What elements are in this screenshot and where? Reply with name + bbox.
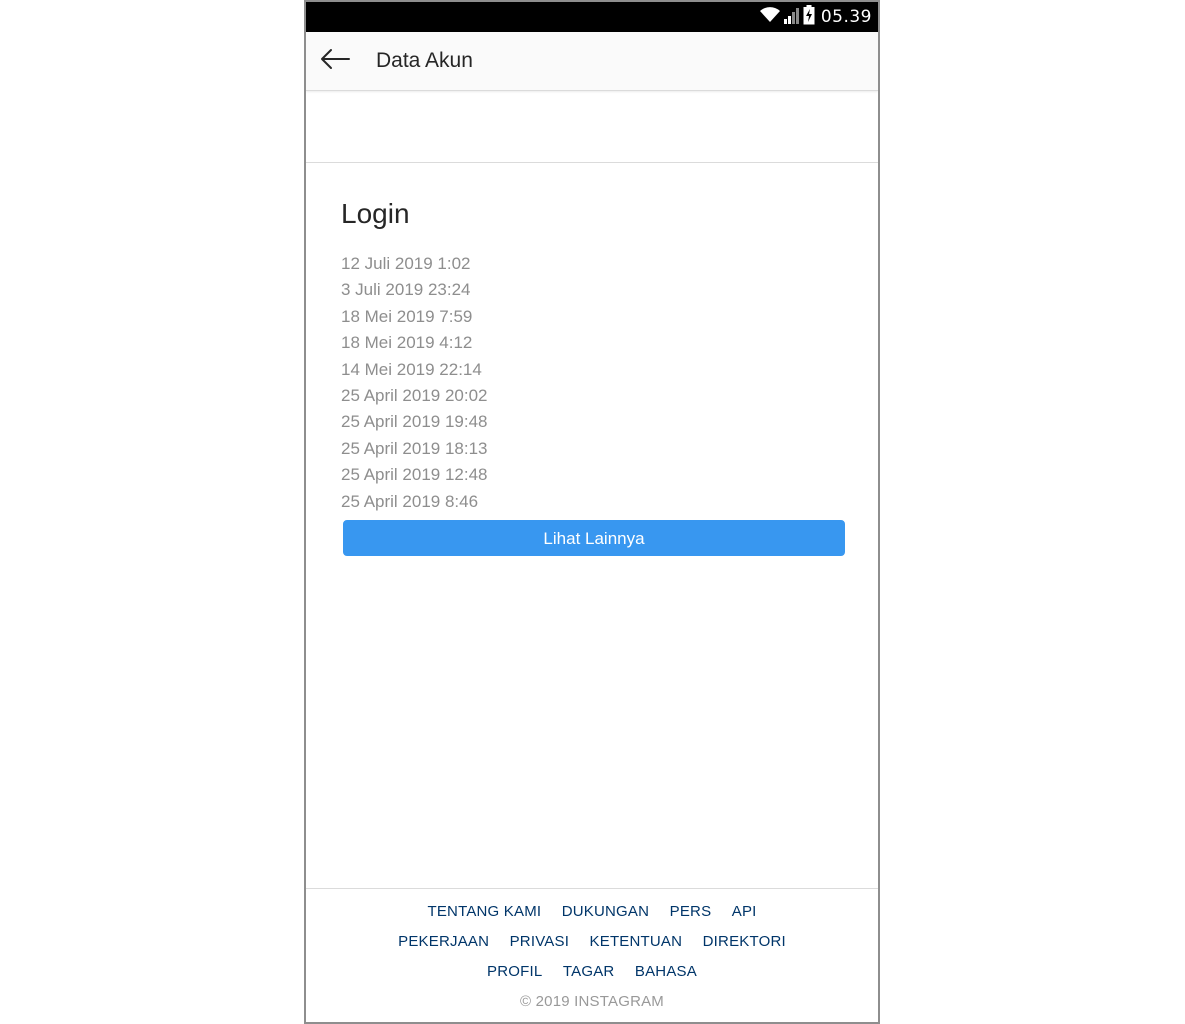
signal-icon — [783, 6, 800, 29]
list-item: 25 April 2019 20:02 — [341, 385, 488, 405]
footer-link-support[interactable]: DUKUNGAN — [562, 897, 649, 927]
list-item: 3 Juli 2019 23:24 — [341, 280, 471, 300]
footer-link-press[interactable]: PERS — [670, 897, 712, 927]
list-item: 25 April 2019 12:48 — [341, 465, 488, 485]
spacer-band — [306, 91, 878, 163]
footer-link-jobs[interactable]: PEKERJAAN — [398, 927, 489, 957]
status-icons — [759, 4, 815, 30]
wifi-icon — [759, 6, 781, 29]
footer-link-directory[interactable]: DIREKTORI — [703, 927, 786, 957]
footer-links: TENTANG KAMI DUKUNGAN PERS API PEKERJAAN… — [377, 897, 807, 987]
arrow-left-icon — [319, 48, 351, 75]
list-item: 25 April 2019 19:48 — [341, 412, 488, 432]
footer-link-api[interactable]: API — [732, 897, 757, 927]
footer-link-language[interactable]: BAHASA — [635, 957, 697, 987]
login-history-list: 12 Juli 2019 1:02 3 Juli 2019 23:24 18 M… — [341, 251, 843, 515]
battery-charging-icon — [803, 4, 815, 30]
footer-link-hashtags[interactable]: TAGAR — [563, 957, 615, 987]
page-title: Data Akun — [376, 49, 473, 72]
status-time: 05.39 — [820, 7, 872, 27]
footer-link-profiles[interactable]: PROFIL — [487, 957, 542, 987]
list-item: 25 April 2019 18:13 — [341, 438, 488, 458]
footer-link-terms[interactable]: KETENTUAN — [590, 927, 683, 957]
footer-link-privacy[interactable]: PRIVASI — [510, 927, 569, 957]
list-item: 18 Mei 2019 4:12 — [341, 333, 473, 353]
list-item: 12 Juli 2019 1:02 — [341, 254, 471, 273]
section-title: Login — [341, 198, 410, 229]
footer: TENTANG KAMI DUKUNGAN PERS API PEKERJAAN… — [306, 888, 878, 1017]
list-item: 18 Mei 2019 7:59 — [341, 306, 473, 326]
list-item: 25 April 2019 8:46 — [341, 491, 479, 511]
login-section: Login 12 Juli 2019 1:02 3 Juli 2019 23:2… — [306, 197, 878, 556]
app-bar: Data Akun — [306, 32, 878, 91]
list-item: 14 Mei 2019 22:14 — [341, 359, 482, 379]
footer-link-about[interactable]: TENTANG KAMI — [427, 897, 541, 927]
status-bar: 05.39 — [306, 2, 878, 32]
phone-screen: 05.39 Data Akun Login 12 Juli 2019 1:02 … — [304, 0, 880, 1024]
copyright: © 2019 INSTAGRAM — [519, 993, 664, 1010]
see-more-button[interactable]: Lihat Lainnya — [343, 519, 845, 556]
back-button[interactable] — [306, 32, 364, 90]
